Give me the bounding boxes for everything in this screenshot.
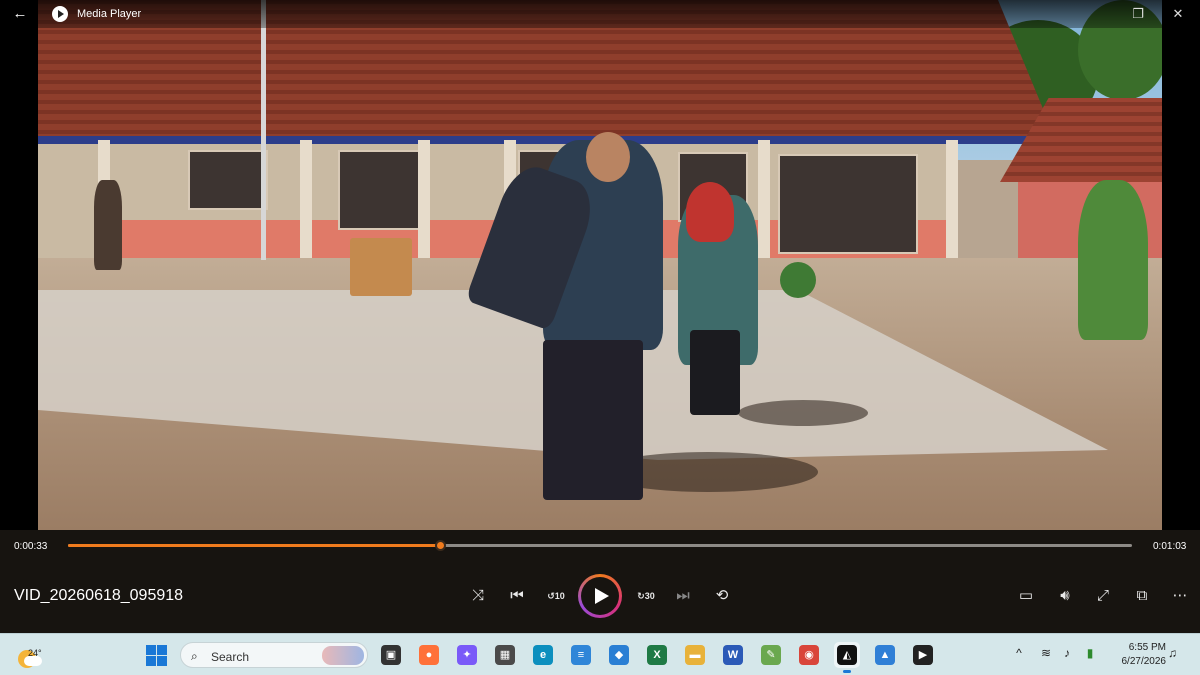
firefox-icon: ● — [419, 645, 439, 665]
fullscreen-icon[interactable]: ⤢ — [1090, 585, 1116, 607]
taskbar-app-creative-app[interactable]: ◭ — [834, 642, 860, 673]
video-frame[interactable] — [38, 0, 1162, 530]
app-tiles-icon: ◆ — [609, 645, 629, 665]
skip-forward-label: 30 — [644, 591, 655, 601]
video-table — [350, 238, 412, 296]
video-shadow — [738, 400, 868, 426]
search-icon: ⌕ — [191, 649, 198, 663]
seek-bar[interactable] — [68, 540, 1132, 551]
copilot-icon: ✦ — [457, 645, 477, 665]
elapsed-time: 0:00:33 — [14, 541, 48, 552]
video-window — [338, 150, 428, 230]
video-person-head — [586, 132, 630, 182]
weather-temperature: 24° — [28, 648, 42, 658]
seek-thumb[interactable] — [435, 540, 447, 551]
video-window — [188, 150, 268, 210]
taskbar-app-calculator[interactable]: ▦ — [492, 642, 518, 668]
app-title: Media Player — [77, 8, 142, 20]
file-explorer-icon: ▬ — [685, 645, 705, 665]
restore-icon[interactable]: ❐ — [1128, 4, 1148, 24]
skip-back-button[interactable]: ↺10 — [543, 585, 569, 607]
taskbar: 24° ⌕ Search ▣ ● ✦ ▦ e ≡ ◆ X ▬ W ✎ ◉ ◭ ▲ ▶ ^ ≋ ♪ ▮ 6:5… — [0, 633, 1200, 675]
video-plant — [1078, 180, 1148, 340]
notepad-icon: ≡ — [571, 645, 591, 665]
creative-app-icon: ◭ — [837, 645, 857, 665]
play-button[interactable] — [578, 574, 622, 618]
video-eave — [38, 136, 1054, 144]
seek-progress — [68, 544, 441, 547]
taskbar-app-photos[interactable]: ▲ — [872, 642, 898, 668]
notification-icon[interactable]: ♫ — [1168, 646, 1177, 660]
play-button-inner — [581, 577, 619, 615]
search-placeholder: Search — [211, 650, 250, 664]
media-player-app-icon — [52, 6, 68, 22]
taskbar-app-media-player[interactable]: ▶ — [910, 642, 936, 668]
taskbar-app-excel[interactable]: X — [644, 642, 670, 668]
playback-controls: 0:00:33 0:01:03 VID_20260618_095918 ⤨ ⏮ … — [0, 530, 1200, 633]
captions-icon[interactable]: ▭ — [1013, 585, 1039, 607]
taskbar-app-copilot[interactable]: ✦ — [454, 642, 480, 668]
battery-icon[interactable]: ▮ — [1081, 646, 1099, 660]
file-name: VID_20260618_095918 — [14, 587, 184, 604]
edge-icon: e — [533, 645, 553, 665]
clock-date: 6/27/2026 — [1121, 656, 1167, 667]
wifi-icon[interactable]: ≋ — [1037, 646, 1055, 660]
shuffle-icon[interactable]: ⤨ — [465, 585, 491, 607]
video-person-woman-legs — [690, 330, 740, 415]
video-column — [300, 140, 312, 260]
task-view-icon: ▣ — [381, 645, 401, 665]
video-flag-pole — [261, 0, 266, 260]
calculator-icon: ▦ — [495, 645, 515, 665]
excel-icon: X — [647, 645, 667, 665]
taskbar-app-notepad[interactable]: ≡ — [568, 642, 594, 668]
close-icon[interactable]: ✕ — [1168, 4, 1188, 24]
start-button[interactable] — [146, 645, 167, 666]
search-highlight-image — [322, 646, 364, 665]
video-person-bystander — [94, 180, 122, 270]
weather-widget[interactable]: 24° — [16, 642, 42, 668]
taskbar-app-pen-app[interactable]: ✎ — [758, 642, 784, 668]
windows-logo-tile — [157, 656, 167, 666]
pen-app-icon: ✎ — [761, 645, 781, 665]
taskbar-app-app-tiles[interactable]: ◆ — [606, 642, 632, 668]
windows-logo-tile — [146, 656, 156, 666]
volume-icon[interactable]: 🔊︎ — [1052, 585, 1078, 607]
taskbar-app-file-explorer[interactable]: ▬ — [682, 642, 708, 668]
skip-forward-button[interactable]: ↻30 — [633, 585, 659, 607]
windows-logo-tile — [157, 645, 167, 655]
taskbar-app-chrome[interactable]: ◉ — [796, 642, 822, 668]
video-plant — [780, 262, 816, 298]
more-icon[interactable]: ⋯ — [1167, 585, 1193, 607]
video-person-hijab — [686, 182, 734, 242]
repeat-icon[interactable]: ⟲ — [709, 585, 735, 607]
taskbar-app-edge[interactable]: e — [530, 642, 556, 668]
video-column — [758, 140, 770, 260]
windows-logo-tile — [146, 645, 156, 655]
media-player-icon: ▶ — [913, 645, 933, 665]
taskbar-app-task-view[interactable]: ▣ — [378, 642, 404, 668]
previous-icon[interactable]: ⏮ — [504, 585, 530, 607]
clock-time: 6:55 PM — [1128, 642, 1166, 653]
clock[interactable]: 6:55 PM 6/27/2026 — [1106, 641, 1167, 669]
taskbar-app-word[interactable]: W — [720, 642, 746, 668]
video-column — [946, 140, 958, 260]
taskbar-app-firefox[interactable]: ● — [416, 642, 442, 668]
miniplayer-icon[interactable]: ⧉ — [1129, 585, 1155, 607]
skip-back-label: 10 — [554, 591, 565, 601]
play-icon — [595, 588, 609, 604]
media-player-window: ← Media Player ❐ ✕ 0:00:33 0:01:03 VID_2… — [0, 0, 1200, 633]
word-icon: W — [723, 645, 743, 665]
chevron-up-icon[interactable]: ^ — [1010, 646, 1028, 660]
video-column — [418, 140, 430, 260]
taskbar-search[interactable]: ⌕ Search — [180, 642, 368, 668]
video-person-legs — [543, 340, 643, 500]
total-duration: 0:01:03 — [1153, 541, 1187, 552]
title-bar: ← Media Player ❐ ✕ — [0, 0, 1200, 28]
video-window — [778, 154, 918, 254]
arrow-left-icon[interactable]: ← — [10, 4, 30, 24]
volume-tray-icon[interactable]: ♪ — [1058, 646, 1076, 660]
next-icon[interactable]: ⏭ — [670, 585, 696, 607]
photos-icon: ▲ — [875, 645, 895, 665]
chrome-icon: ◉ — [799, 645, 819, 665]
